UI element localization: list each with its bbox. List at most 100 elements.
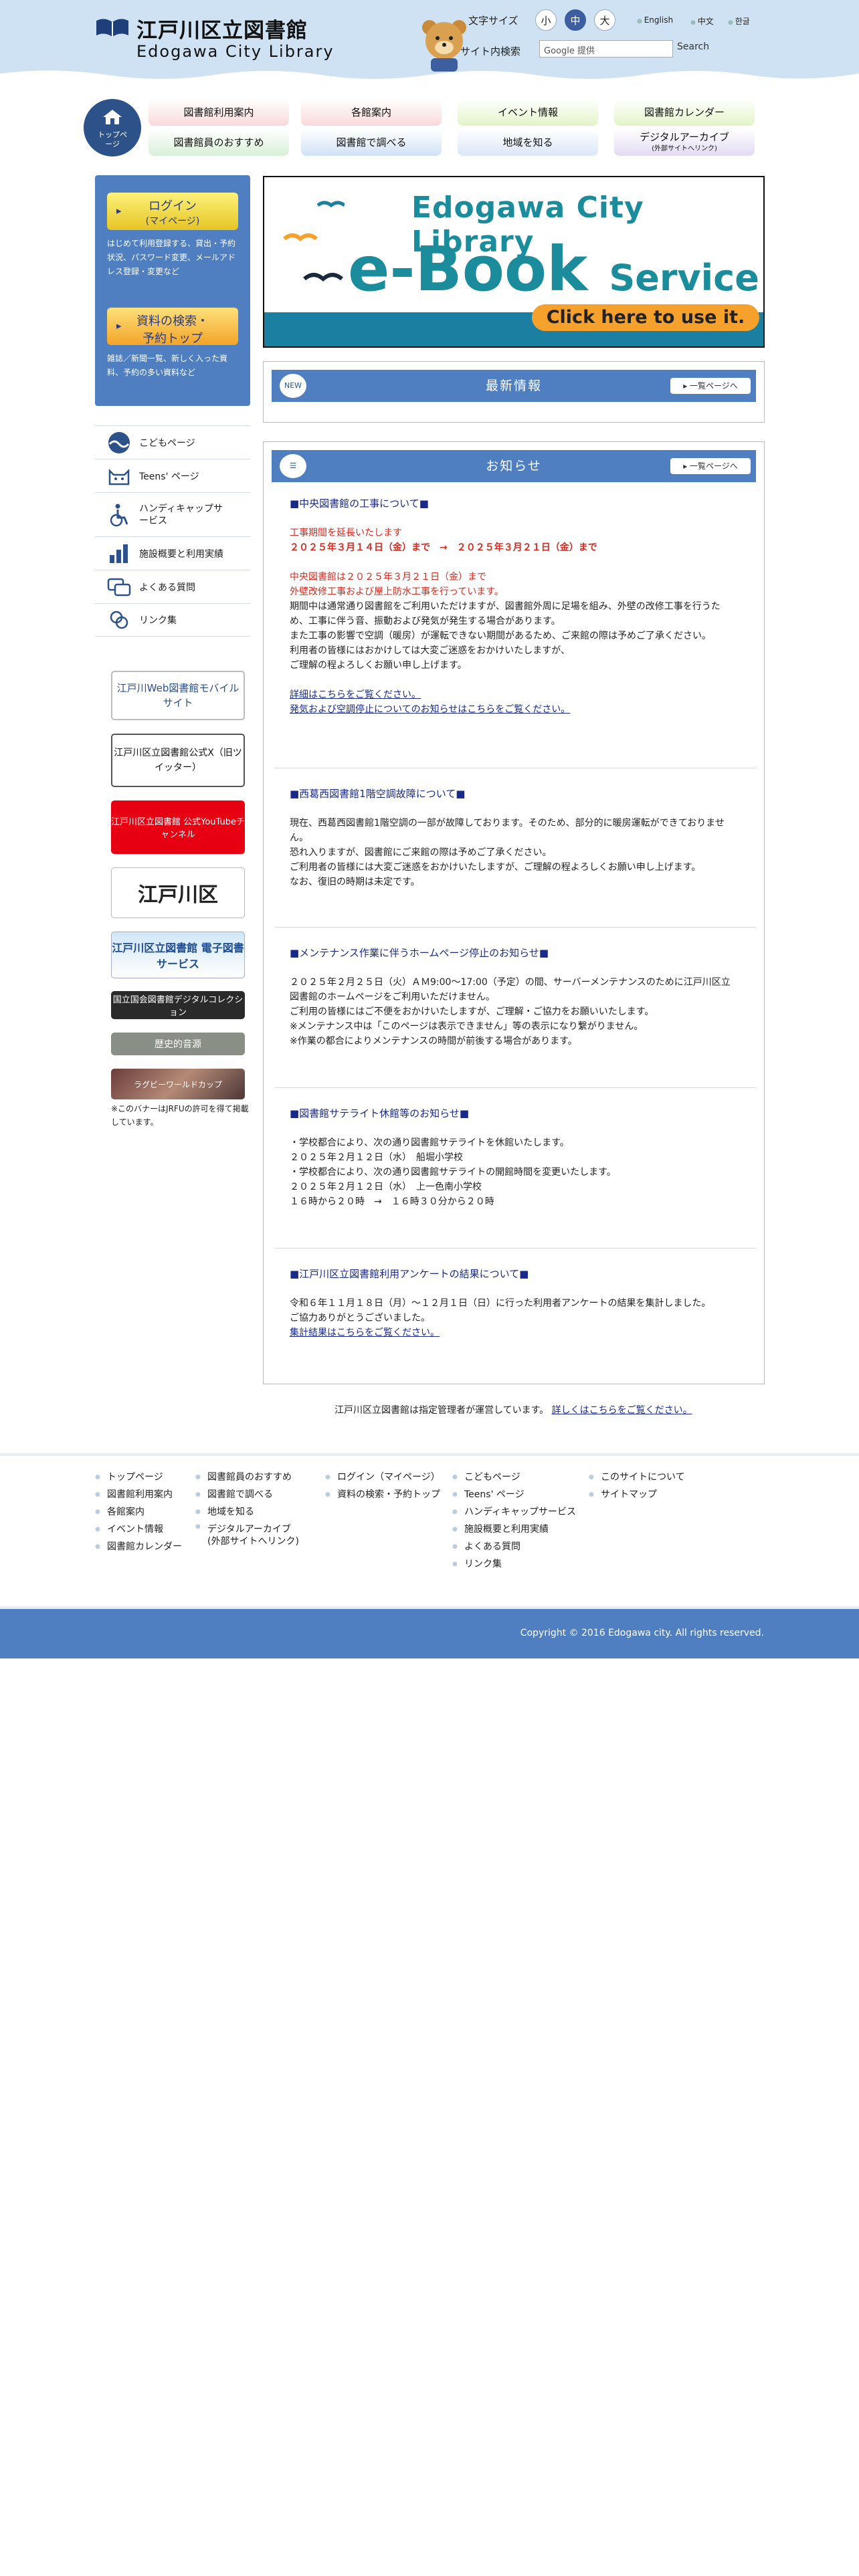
footer-link[interactable]: 図書館利用案内: [95, 1486, 182, 1503]
notice-more-button[interactable]: ▸ 一覧ページへ: [670, 458, 751, 474]
nav-research[interactable]: 図書館で調べる: [301, 129, 442, 156]
sidebar-item-kids[interactable]: こどもページ: [95, 425, 250, 459]
footer-link[interactable]: Teens' ページ: [452, 1486, 576, 1503]
banner-ndl-digital[interactable]: 国立国会図書館デジタルコレクション: [111, 991, 245, 1019]
banner-mobile-site[interactable]: 江戸川Web図書館モバイルサイト: [111, 671, 245, 720]
banner-youtube[interactable]: 江戸川区立図書館 公式YouTubeチャンネル: [111, 800, 245, 854]
footer-link[interactable]: イベント情報: [95, 1521, 182, 1538]
footer-link[interactable]: 各館案内: [95, 1503, 182, 1521]
catalog-search-button[interactable]: 資料の検索・ 予約トップ: [107, 308, 238, 346]
copyright-text: Copyright © 2016 Edogawa city. All right…: [520, 1628, 764, 1638]
footer-link[interactable]: デジタルアーカイブ (外部サイトへリンク): [195, 1521, 299, 1547]
banner-historical-audio[interactable]: 歴史的音源: [111, 1033, 245, 1055]
management-link[interactable]: 詳しくはこちらをご覧ください。: [552, 1405, 692, 1416]
footer-link[interactable]: ハンディキャップサービス: [452, 1503, 576, 1521]
cat-icon: [108, 468, 130, 485]
article-link[interactable]: 詳細はこちらをご覧ください。: [290, 689, 421, 700]
lang-chinese-link[interactable]: 中文: [690, 15, 714, 27]
article-red-text: 外壁改修工事および屋上防水工事を行っています。: [290, 586, 504, 597]
new-badge: NEW: [280, 374, 306, 398]
article-title[interactable]: ■図書館サテライト休館等のお知らせ■: [290, 1106, 738, 1121]
banner-edogawa-ward[interactable]: 江戸川区: [111, 867, 245, 918]
nav-usage-guide[interactable]: 図書館利用案内: [149, 99, 289, 126]
sidebar-item-label: 施設概要と利用実績: [139, 548, 223, 560]
nav-librarian-picks[interactable]: 図書館員のおすすめ: [149, 129, 289, 156]
sidebar-item-links[interactable]: リンク集: [95, 603, 250, 637]
footer-link[interactable]: サイトマップ: [589, 1486, 685, 1503]
footer-link[interactable]: 図書館で調べる: [195, 1486, 299, 1503]
font-size-large-button[interactable]: 大: [594, 9, 615, 31]
article-link[interactable]: 発気および空調停止についてのお知らせはこちらをご覧ください。: [290, 704, 570, 715]
notice-icon: ☰: [280, 454, 306, 478]
lang-korean-link[interactable]: 한글: [728, 15, 750, 27]
footer-link[interactable]: トップページ: [95, 1469, 182, 1486]
footer-link[interactable]: ログイン（マイページ）: [325, 1469, 440, 1486]
wheelchair-icon: [110, 504, 128, 526]
nav-events[interactable]: イベント情報: [458, 99, 598, 126]
logo-title: 江戸川区立図書館: [136, 19, 308, 43]
article-red-text: 中央図書館は２０２５年３月２１日（金）まで: [290, 572, 486, 582]
sidebar-item-label: よくある質問: [139, 582, 195, 593]
link-icon: [110, 611, 128, 629]
notice-header: ☰ お知らせ ▸ 一覧ページへ: [272, 450, 756, 482]
banner-ebook-service[interactable]: 江戸川区立図書館 電子図書サービス: [111, 932, 245, 978]
footer-link[interactable]: リンク集: [452, 1555, 576, 1573]
more-label: 一覧ページへ: [690, 381, 738, 391]
sidebar-item-faq[interactable]: よくある質問: [95, 570, 250, 603]
article-title[interactable]: ■江戸川区立図書館利用アンケートの結果について■: [290, 1267, 738, 1281]
article-divider: [274, 927, 756, 928]
footer-divider: [0, 1453, 859, 1456]
login-button[interactable]: ログイン (マイページ): [107, 193, 238, 230]
footer-link[interactable]: 資料の検索・予約トップ: [325, 1486, 440, 1503]
article-title[interactable]: ■メンテナンス作業に伴うホームページ停止のお知らせ■: [290, 946, 738, 960]
footer-link[interactable]: 図書館員のおすすめ: [195, 1469, 299, 1486]
font-size-medium-button[interactable]: 中: [565, 9, 586, 31]
nav-column-4: 図書館カレンダー デジタルアーカイブ (外部サイトへリンク): [614, 99, 755, 159]
sidebar-item-facility[interactable]: 施設概要と利用実績: [95, 536, 250, 570]
nav-local-area[interactable]: 地域を知る: [458, 129, 598, 156]
sidebar-item-label: Teens' ページ: [139, 471, 199, 482]
banner-official-x[interactable]: 江戸川区立図書館公式X（旧ツイッター）: [111, 734, 245, 787]
article-body: 恐れ入りますが、図書館にご来館の際は予めご了承ください。: [290, 847, 552, 858]
footer-link[interactable]: 図書館カレンダー: [95, 1538, 182, 1555]
sidebar-menu: こどもページ Teens' ページ ハンディキャップサービス 施設概要と利用実績…: [95, 425, 250, 637]
article-title[interactable]: ■西葛西図書館1階空調故障について■: [290, 786, 738, 801]
footer-column-2: 図書館員のおすすめ 図書館で調べる 地域を知る デジタルアーカイブ (外部サイト…: [195, 1469, 299, 1547]
nav-branches[interactable]: 各館案内: [301, 99, 442, 126]
font-size-small-button[interactable]: 小: [535, 9, 557, 31]
login-sub-label: (マイページ): [145, 216, 200, 227]
footer-link[interactable]: このサイトについて: [589, 1469, 685, 1486]
sidebar-item-label: こどもページ: [139, 437, 195, 449]
font-size-label: 文字サイズ: [468, 15, 518, 27]
footer-link[interactable]: こどもページ: [452, 1469, 576, 1486]
sidebar-item-teens[interactable]: Teens' ページ: [95, 459, 250, 492]
banner-rugby[interactable]: ラグビーワールドカップ: [111, 1069, 245, 1099]
site-search-input[interactable]: Google 提供: [539, 40, 673, 58]
article-body: ご理解の程よろしくお願い申し上げます。: [290, 660, 467, 671]
footer-link[interactable]: 施設概要と利用実績: [452, 1521, 576, 1538]
footer-link[interactable]: よくある質問: [452, 1538, 576, 1555]
article-body: ご利用者の皆様には大変ご迷惑をおかけいたしますが、ご理解の程よろしくお願い申し上…: [290, 862, 701, 873]
nav-top-page-button[interactable]: トップページ: [84, 99, 141, 156]
ebook-service-banner[interactable]: Edogawa City Library e-Book Service Clic…: [263, 176, 765, 348]
catalog-search-description: 雑誌／新聞一覧、新しく入った資料、予約の多い資料など: [107, 354, 228, 377]
catalog-search-label: 資料の検索・: [136, 314, 209, 328]
article-link[interactable]: 集計結果はこちらをご覧ください。: [290, 1327, 440, 1338]
ebook-cta-button[interactable]: Click here to use it.: [532, 304, 759, 331]
notice-article-3: ■メンテナンス作業に伴うホームページ停止のお知らせ■ ２０２５年２月２５日（火）…: [290, 946, 738, 1049]
article-body: １６時から２０時 → １６時３０分から２０時: [290, 1196, 494, 1207]
site-logo[interactable]: 江戸川区立図書館 Edogawa City Library: [95, 10, 466, 72]
nav-column-2: 各館案内 図書館で調べる: [301, 99, 442, 159]
nav-calendar[interactable]: 図書館カレンダー: [614, 99, 755, 126]
footer-link[interactable]: 地域を知る: [195, 1503, 299, 1521]
article-body: ２０２５年２月１２日（水） 上一色南小学校: [290, 1182, 482, 1192]
footer-column-3: ログイン（マイページ） 資料の検索・予約トップ: [325, 1469, 440, 1503]
nav-digital-archive[interactable]: デジタルアーカイブ (外部サイトへリンク): [614, 129, 755, 156]
book-logo-icon: [96, 19, 128, 37]
lang-english-link[interactable]: English: [637, 15, 673, 25]
article-title[interactable]: ■中央図書館の工事について■: [290, 496, 738, 511]
notice-article-1: ■中央図書館の工事について■ 工事期間を延長いたします ２０２５年３月１４日（金…: [290, 496, 738, 717]
site-search-button[interactable]: Search: [677, 41, 709, 52]
sidebar-item-handicap[interactable]: ハンディキャップサービス: [95, 492, 250, 536]
latest-news-more-button[interactable]: ▸ 一覧ページへ: [670, 378, 751, 394]
